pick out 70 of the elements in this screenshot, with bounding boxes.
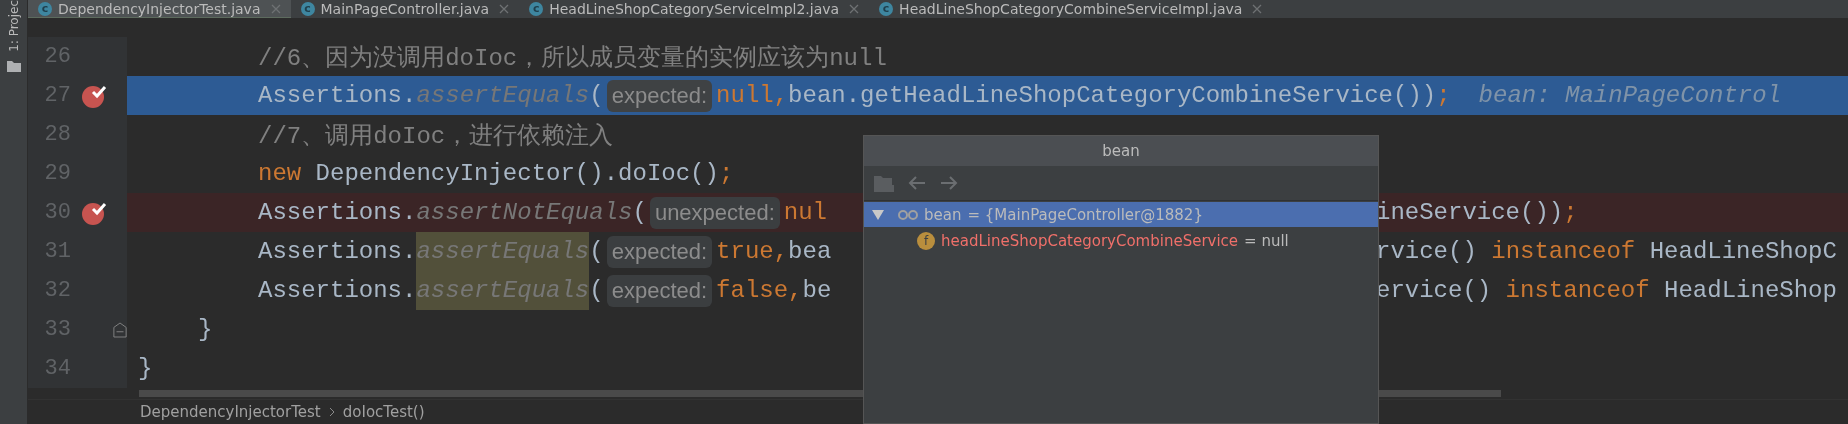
code-text: ( [589,82,604,109]
parameter-hint: expected: [606,79,713,112]
code-text: ervice() [1376,277,1492,304]
variable-value: = null [1244,231,1289,250]
close-icon[interactable] [849,3,860,14]
editor-tab[interactable]: c HeadLineShopCategoryServiceImpl2.java [519,0,870,18]
parameter-hint: expected: [606,235,713,268]
expand-triangle-icon[interactable] [872,208,884,221]
code-keyword: ; [1563,199,1578,226]
code-text: HeadLineShopC [1648,238,1837,265]
close-icon[interactable] [499,3,510,14]
parameter-hint: expected: [606,274,713,307]
code-keyword: new [258,160,302,187]
folder-icon[interactable] [874,174,894,192]
class-icon: c [879,1,894,16]
code-keyword: instanceof [1504,277,1650,304]
popup-title: bean [1102,142,1140,160]
code-keyword: false, [716,277,803,304]
parameter-hint: unexpected: [649,196,780,229]
code-text: Assertions. [258,238,417,265]
code-keyword: null, [716,82,789,109]
breadcrumb[interactable]: DependencyInjectorTest [140,403,321,421]
code-method: assertEquals [416,271,590,310]
editor-tab[interactable]: c MainPageController.java [290,0,520,18]
code-method: assertEquals [416,82,590,109]
code-text: bean.getHeadLineShopCategoryCombineService()) [788,82,1437,109]
close-icon[interactable] [1252,3,1263,14]
editor-tab[interactable]: c HeadLineShopCategoryCombineServiceImpl.java [869,0,1273,18]
glasses-icon [898,209,918,220]
variable-value: = {MainPageController@1882} [967,205,1203,224]
code-keyword: ; [1436,82,1451,109]
tree-row[interactable]: f headLineShopCategoryCombineService = null [864,228,1378,253]
code-text: bea [788,238,832,265]
code-method: assertEquals [416,232,590,271]
code-keyword: instanceof [1490,238,1636,265]
code-text: ineService()) [1376,199,1564,226]
folder-icon [6,59,21,72]
back-arrow-icon[interactable] [908,176,926,190]
code-keyword: true, [716,238,789,265]
code-text: HeadLineShop [1663,277,1837,304]
variable-name: bean [924,205,962,224]
field-icon: f [917,231,935,250]
code-method: assertNotEquals [416,199,633,226]
project-tool-tab[interactable]: 1: Projec [6,0,21,52]
class-icon: c [300,1,315,16]
code-text: ( [589,238,604,265]
code-text: } [198,316,213,343]
code-keyword: ; [718,160,734,187]
fold-marker-icon[interactable] [113,320,127,339]
code-keyword: nul [783,199,827,226]
code-text: ( [632,199,647,226]
chevron-icon [328,407,335,417]
forward-arrow-icon[interactable] [940,176,958,190]
code-text: Assertions. [258,82,417,109]
code-text: be [802,277,832,304]
code-text: } [138,355,153,382]
breadcrumb[interactable]: doIocTest() [342,403,425,421]
code-text: rvice() [1376,238,1477,265]
code-text: Assertions. [258,199,417,226]
code-comment: //7、调用doIoc，进行依赖注入 [258,121,614,151]
code-text: ( [589,277,604,304]
class-icon: c [529,1,544,16]
inline-value: bean: MainPageControl [1478,82,1782,109]
code-text: Assertions. [258,277,417,304]
code-text: DependencyInjector().doIoc() [314,160,719,187]
close-icon[interactable] [270,3,281,14]
code-comment: //6、因为没调用doIoc，所以成员变量的实例应该为null [258,43,887,73]
class-icon: c [38,1,52,16]
editor-tab[interactable]: c DependencyInjectorTest.java [28,0,291,18]
variable-name: headLineShopCategoryCombineService [941,231,1239,250]
